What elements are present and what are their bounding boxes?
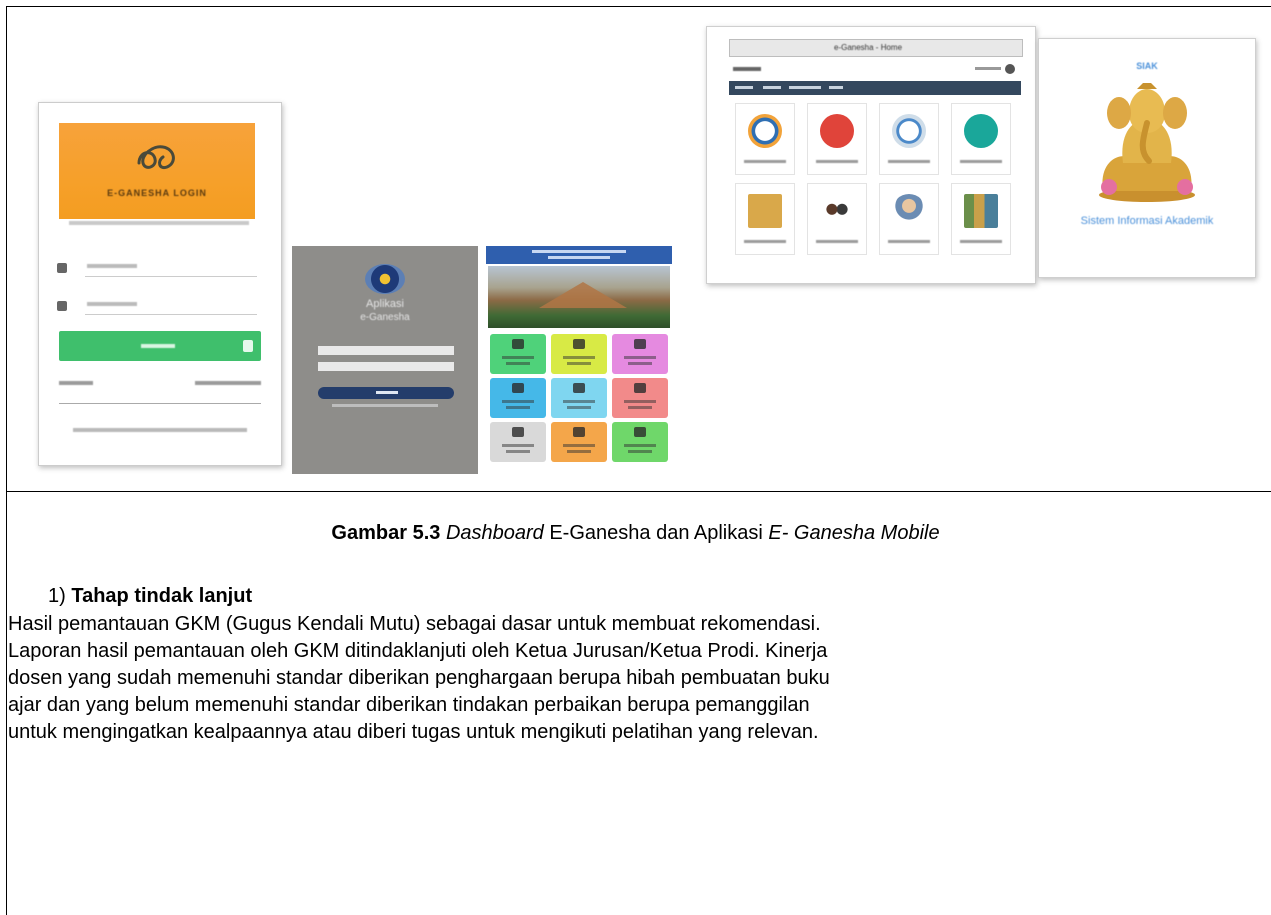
figure-caption: Gambar 5.3 Dashboard E-Ganesha dan Aplik… — [0, 522, 1271, 545]
login-button — [59, 331, 261, 361]
ganesha-logo-icon — [137, 145, 175, 170]
dashboard-card-clock — [735, 103, 795, 175]
siak-subtitle: Sistem Informasi Akademik — [1080, 215, 1214, 227]
web-dashboard-screenshot: e-Ganesha - Home — [706, 26, 1036, 284]
dashboard-card-gauge — [879, 103, 939, 175]
user-icon — [57, 263, 67, 273]
books-icon — [964, 194, 998, 228]
section-paragraph: Hasil pemantauan GKM (Gugus Kendali Mutu… — [8, 613, 830, 743]
login-screenshot: E-GANESHA LOGIN — [38, 102, 282, 466]
caption-mobile: E- Ganesha Mobile — [768, 522, 940, 544]
dashboard-card-user — [879, 183, 939, 255]
login-footer-blur — [73, 428, 247, 432]
dashboard-window-header: e-Ganesha - Home — [729, 39, 1023, 57]
dashboard-window-title: e-Ganesha - Home — [834, 43, 903, 52]
mobile-username-field — [318, 346, 454, 355]
campus-photo — [488, 266, 670, 328]
clock-icon — [748, 114, 782, 148]
dashboard-card-books — [951, 183, 1011, 255]
dashboard-card-calendar — [807, 103, 867, 175]
dashboard-card-people — [807, 183, 867, 255]
caption-middle: E-Ganesha dan Aplikasi — [543, 522, 769, 544]
password-field — [57, 301, 257, 315]
people-icon — [820, 194, 854, 228]
user-icon — [892, 194, 926, 228]
tile-lokasi — [490, 378, 546, 418]
page-border-left — [6, 490, 7, 915]
user-avatar-icon — [1005, 64, 1015, 74]
caption-label: Gambar 5.3 — [331, 522, 441, 544]
mobile-app-title-2: e-Ganesha — [360, 312, 410, 323]
login-divider — [59, 403, 261, 404]
login-title: E-GANESHA LOGIN — [107, 188, 207, 198]
tile-elearning — [612, 378, 668, 418]
ganesha-statue-icon — [1099, 83, 1195, 202]
dashboard-brand-bar — [729, 61, 1021, 77]
tile-nilai — [551, 378, 607, 418]
info-icon — [964, 114, 998, 148]
siak-title: SIAK — [1136, 61, 1158, 71]
dashboard-card-ganesha — [735, 183, 795, 255]
tile-bimbingan — [612, 334, 668, 374]
siak-screenshot: SIAK Sistem Informasi Akademik — [1038, 38, 1256, 278]
mobile-login-footer — [332, 404, 438, 407]
gauge-icon — [892, 114, 926, 148]
mobile-dashboard-screenshot — [486, 246, 672, 474]
login-header: E-GANESHA LOGIN — [59, 123, 255, 219]
calendar-icon — [820, 114, 854, 148]
section-heading: 1) Tahap tindak lanjut — [48, 585, 252, 608]
section-title: Tahap tindak lanjut — [71, 585, 253, 607]
tile-web-undiksha — [612, 422, 668, 462]
lock-icon — [57, 301, 67, 311]
section-number: 1) — [48, 585, 66, 607]
mobile-app-title-1: Aplikasi — [366, 298, 404, 310]
tile-agenda — [551, 334, 607, 374]
mobile-title-bar — [486, 246, 672, 264]
mobile-login-screenshot: Aplikasi e-Ganesha — [292, 246, 478, 474]
university-emblem-icon — [365, 264, 405, 294]
login-subtitle-blur — [69, 221, 249, 225]
caption-dashboard: Dashboard — [445, 522, 544, 544]
dashboard-nav-bar — [729, 81, 1021, 95]
tile-monitoring — [551, 422, 607, 462]
username-field — [57, 263, 257, 277]
tile-pengaturan — [490, 422, 546, 462]
mobile-password-field — [318, 362, 454, 371]
ganesha-icon — [748, 194, 782, 228]
unlock-icon — [243, 340, 253, 352]
mobile-login-button — [318, 387, 454, 399]
dashboard-card-info — [951, 103, 1011, 175]
tile-kehadiran — [490, 334, 546, 374]
